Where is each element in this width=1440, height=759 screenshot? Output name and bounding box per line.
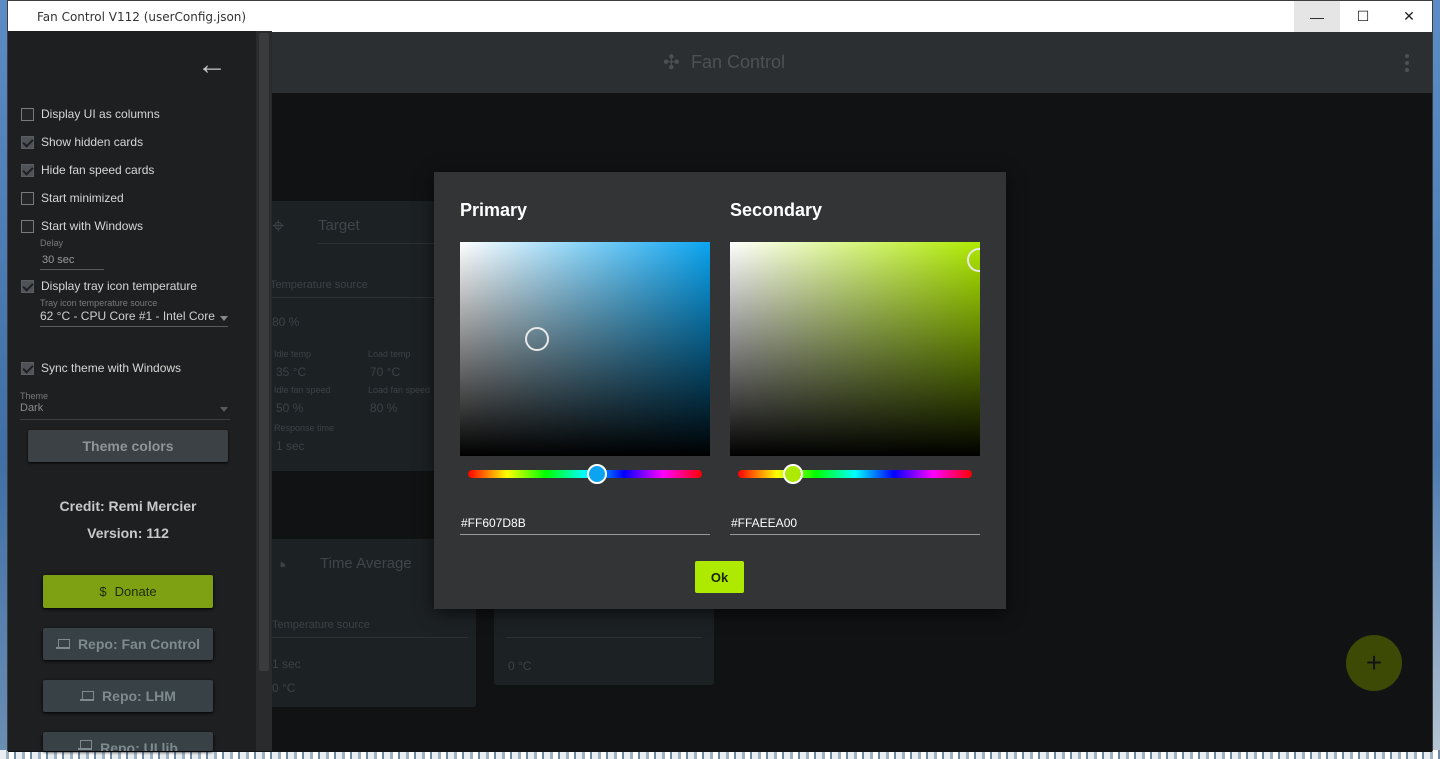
checkbox-sync-theme[interactable]: Sync theme with Windows [21,359,181,377]
delay-underline [40,269,104,270]
tray-source-select[interactable]: 62 °C - CPU Core #1 - Intel Core i [40,309,218,323]
checkbox-label: Start with Windows [41,219,144,233]
theme-select[interactable]: Dark [20,402,43,414]
laptop-icon [78,740,93,750]
add-card-button[interactable]: + [1346,635,1402,691]
checkbox-label: Hide fan speed cards [41,163,155,177]
checkbox-display-tray-temp[interactable]: Display tray icon temperature [21,277,197,295]
clock-icon: ◔ [274,553,288,578]
checkbox-hide-fan-speed-cards[interactable]: Hide fan speed cards [21,161,154,179]
delay-input[interactable]: 30 sec [42,254,74,266]
target-percent: 80 % [272,315,300,329]
checkbox-label: Start minimized [41,191,124,205]
checkbox-box[interactable] [21,361,34,375]
secondary-hue-slider[interactable] [738,464,972,484]
load-temp-value: 70 °C [370,365,401,379]
repo-label: Repo: UI lib [100,740,178,751]
app-title: Fan Control [691,52,786,72]
checkbox-display-ui-columns[interactable]: Display UI as columns [21,105,160,123]
laptop-icon [55,639,70,649]
divider [272,637,468,638]
repo-lhm-button[interactable]: Repo: LHM [43,680,213,712]
primary-hex-input[interactable]: #FF607D8B [460,510,710,535]
primary-hue-thumb[interactable] [587,464,607,484]
checkbox-start-minimized[interactable]: Start minimized [21,189,124,207]
response-time-value: 1 sec [276,439,305,453]
checkbox-box[interactable] [21,135,34,149]
repo-fan-control-button[interactable]: Repo: Fan Control [43,628,213,660]
theme-label: Theme [20,391,49,401]
checkbox-box[interactable] [21,219,34,233]
repo-label: Repo: LHM [102,688,176,704]
checkbox-start-with-windows[interactable]: Start with Windows [21,217,143,235]
checkbox-label: Display tray icon temperature [41,279,198,293]
time-average-interval: 1 sec [272,657,301,671]
idle-temp-label: Idle temp [274,349,312,359]
credit-text: Credit: Remi Mercier [59,498,197,514]
sensor-card-value: 0 °C [508,659,532,673]
crosshair-icon: ⌖ [272,213,285,238]
chevron-down-icon[interactable] [220,316,228,321]
primary-title: Primary [460,200,528,220]
checkbox-label: Sync theme with Windows [41,361,182,375]
load-fan-value: 80 % [370,401,398,415]
temp-source-label: Temperature source [270,279,368,291]
idle-temp-value: 35 °C [276,365,307,379]
donate-button[interactable]: $ Donate [43,575,213,608]
fan-icon: ✣ [663,52,680,74]
secondary-color-cursor[interactable] [967,248,980,272]
target-card-title: Target [318,217,360,234]
version-text: Version: 112 [87,525,169,541]
delay-label: Delay [40,238,64,248]
time-average-source: Temperature source [272,619,370,631]
dollar-icon: $ [99,584,107,599]
load-fan-label: Load fan speed [368,385,431,395]
tray-source-label: Tray icon temperature source [40,298,158,308]
tray-source-underline [40,326,228,327]
ok-button[interactable]: Ok [695,561,744,593]
back-arrow-icon[interactable]: ← [197,50,231,81]
checkbox-label: Display UI as columns [41,107,160,121]
checkbox-box[interactable] [21,163,34,177]
primary-hue-slider[interactable] [468,464,702,484]
repo-ui-lib-button[interactable]: Repo: UI lib [43,732,213,751]
sidebar-scrollbar[interactable] [256,31,272,751]
desktop-background-right [1432,0,1440,759]
idle-fan-label: Idle fan speed [274,385,331,395]
donate-label: Donate [114,584,157,599]
more-options-icon[interactable] [1404,54,1410,72]
secondary-hex-input[interactable]: #FFAEEA00 [730,510,980,535]
minimize-button[interactable]: — [1294,1,1340,32]
theme-colors-button[interactable]: Theme colors [28,430,228,462]
maximize-button[interactable]: ☐ [1340,1,1386,32]
checkbox-box[interactable] [21,279,34,293]
idle-fan-value: 50 % [276,401,304,415]
checkbox-label: Show hidden cards [41,135,144,149]
primary-color-cursor[interactable] [525,327,549,351]
close-button[interactable]: ✕ [1386,1,1432,32]
settings-sidebar: ← Display UI as columns Show hidden card… [8,31,272,751]
checkbox-box[interactable] [21,191,34,205]
secondary-title: Secondary [730,200,823,220]
laptop-icon [80,691,95,701]
title-bar: Fan Control V112 (userConfig.json) — ☐ ✕ [8,1,1432,32]
load-temp-label: Load temp [368,349,411,359]
theme-color-dialog: Primary Secondary #FF607D8B #FFAEEA00 Ok [434,172,1006,609]
primary-saturation-value-picker[interactable] [460,242,710,456]
secondary-hue-thumb[interactable] [783,464,803,484]
checkbox-show-hidden-cards[interactable]: Show hidden cards [21,133,143,151]
theme-underline [20,419,230,420]
repo-label: Repo: Fan Control [77,636,201,652]
scrollbar-thumb[interactable] [259,33,269,671]
checkbox-box[interactable] [21,107,34,121]
secondary-saturation-value-picker[interactable] [730,242,980,456]
response-time-label: Response time [274,423,335,433]
window-title: Fan Control V112 (userConfig.json) [37,10,247,24]
chevron-down-icon[interactable] [220,407,228,412]
divider [506,637,702,638]
time-average-value: 0 °C [272,681,296,695]
time-average-title: Time Average [320,555,412,572]
